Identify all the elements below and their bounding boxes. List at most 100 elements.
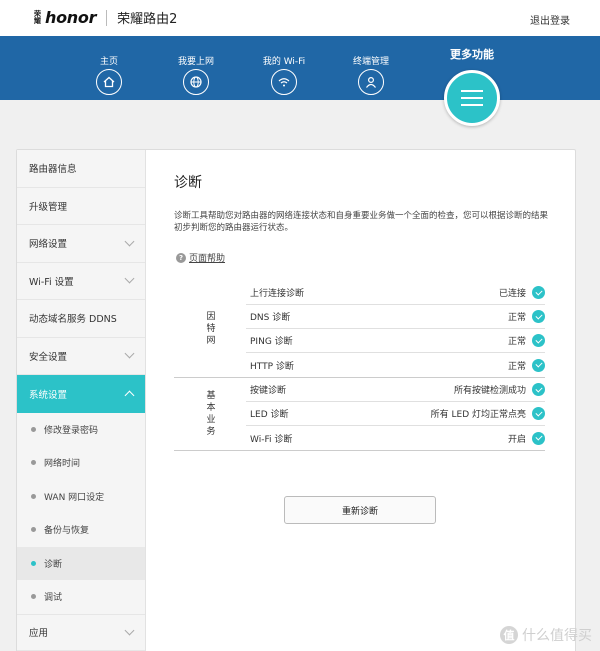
- diagnosis-row: 按键诊断 所有按键检测成功: [246, 378, 545, 402]
- sidebar-item-apps[interactable]: 应用: [17, 613, 145, 651]
- top-bar: 荣耀 honor 荣耀路由2 退出登录: [0, 0, 600, 36]
- row-label: 上行连接诊断: [250, 289, 305, 299]
- nav-item-devices[interactable]: 终端管理: [336, 54, 406, 95]
- sidebar-item-wifi[interactable]: Wi-Fi 设置: [17, 263, 145, 300]
- chevron-down-icon: [124, 625, 135, 636]
- chevron-down-icon: [124, 273, 135, 284]
- content-area: 诊断 诊断工具帮助您对路由器的网络连接状态和自身重要业务做一个全面的检查，您可以…: [147, 150, 575, 651]
- check-icon: [532, 407, 545, 420]
- sidebar-item-label: 升级管理: [29, 201, 68, 213]
- sidebar-subitem-label: 诊断: [44, 559, 63, 570]
- sidebar-subitem-backup[interactable]: 备份与恢复: [17, 513, 145, 547]
- sidebar-subitem-debug[interactable]: 调试: [17, 580, 145, 614]
- row-label: LED 诊断: [250, 410, 289, 420]
- check-icon: [532, 286, 545, 299]
- row-label: DNS 诊断: [250, 313, 291, 323]
- user-icon: [358, 69, 384, 95]
- sidebar-subitem-label: 调试: [44, 593, 63, 604]
- menu-icon[interactable]: [444, 70, 500, 126]
- chevron-up-icon: [124, 390, 135, 401]
- home-icon: [96, 69, 122, 95]
- sidebar-item-label: Wi-Fi 设置: [29, 276, 74, 288]
- logout-link[interactable]: 退出登录: [530, 12, 570, 27]
- sidebar-subitem-diagnose[interactable]: 诊断: [17, 546, 145, 580]
- diagnosis-row: DNS 诊断 正常: [246, 305, 545, 329]
- chevron-down-icon: [124, 236, 135, 247]
- sidebar-item-label: 网络设置: [29, 239, 68, 251]
- nav-item-home[interactable]: 主页: [74, 54, 144, 95]
- bullet-icon: [31, 594, 36, 600]
- diagnosis-table: 因特网 上行连接诊断 已连接 DNS 诊断 正常 PING 诊断 正常 HTTP…: [174, 281, 545, 451]
- row-label: 按键诊断: [250, 386, 287, 396]
- sidebar-subitem-label: 网络时间: [44, 459, 81, 470]
- globe-icon: [183, 69, 209, 95]
- diagnosis-group-basic: 基本业务 按键诊断 所有按键检测成功 LED 诊断 所有 LED 灯均正常点亮 …: [174, 378, 545, 451]
- wifi-icon: [271, 69, 297, 95]
- nav-item-label: 主页: [99, 57, 118, 67]
- nav-item-label: 终端管理: [352, 57, 389, 67]
- sidebar-item-system[interactable]: 系统设置: [17, 375, 145, 413]
- sidebar-item-label: 路由器信息: [29, 164, 77, 176]
- row-label: Wi-Fi 诊断: [250, 434, 293, 445]
- page-description: 诊断工具帮助您对路由器的网络连接状态和自身重要业务做一个全面的检查，您可以根据诊…: [174, 211, 549, 233]
- row-status: 所有按键检测成功: [453, 386, 526, 396]
- sidebar-subitem-label: 修改登录密码: [44, 425, 99, 436]
- sidebar-subitem-wan-port[interactable]: WAN 网口设定: [17, 480, 145, 514]
- nav-item-label: 我要上网: [177, 57, 214, 67]
- bullet-icon: [31, 560, 36, 566]
- row-status: 正常: [507, 361, 526, 372]
- bullet-icon: [31, 493, 36, 499]
- nav-item-wifi[interactable]: 我的 Wi-Fi: [249, 54, 319, 95]
- diagnosis-row: PING 诊断 正常: [246, 329, 545, 353]
- check-icon: [532, 358, 545, 372]
- sidebar-item-label: 安全设置: [29, 351, 68, 363]
- main-panel: 路由器信息 升级管理 网络设置 Wi-Fi 设置 动态域名服务 DDNS 安全设…: [16, 149, 576, 651]
- watermark: 值 什么值得买: [500, 625, 592, 645]
- help-label: 页面帮助: [189, 254, 226, 264]
- check-icon: [532, 334, 545, 347]
- sidebar-item-upgrade[interactable]: 升级管理: [17, 188, 145, 225]
- sidebar-subitem-label: 备份与恢复: [44, 526, 90, 537]
- check-icon: [532, 383, 545, 396]
- sidebar-item-label: 动态域名服务 DDNS: [29, 314, 117, 326]
- question-icon: ?: [176, 252, 186, 263]
- diagnosis-row: HTTP 诊断 正常: [246, 353, 545, 377]
- rediagnose-button[interactable]: 重新诊断: [284, 496, 436, 524]
- group-label: 基本业务: [204, 390, 215, 438]
- main-nav: 主页 我要上网 我的 Wi-Fi 终端管理 更多功能: [0, 36, 600, 100]
- brand-mark: 荣耀: [34, 9, 41, 25]
- sidebar-item-security[interactable]: 安全设置: [17, 338, 145, 375]
- more-functions-label: 更多功能: [450, 48, 494, 61]
- bullet-icon: [31, 460, 36, 466]
- row-label: PING 诊断: [250, 337, 293, 347]
- diagnosis-row: LED 诊断 所有 LED 灯均正常点亮: [246, 402, 545, 426]
- sidebar-subitem-label: WAN 网口设定: [44, 492, 105, 503]
- check-icon: [532, 431, 545, 445]
- watermark-logo: 值: [500, 626, 518, 644]
- sidebar-item-label: 系统设置: [29, 389, 68, 401]
- sidebar: 路由器信息 升级管理 网络设置 Wi-Fi 设置 动态域名服务 DDNS 安全设…: [17, 150, 146, 651]
- row-status: 已连接: [498, 289, 526, 299]
- sidebar-subitem-password[interactable]: 修改登录密码: [17, 413, 145, 447]
- sidebar-item-network[interactable]: 网络设置: [17, 225, 145, 263]
- nav-item-label: 我的 Wi-Fi: [262, 57, 306, 67]
- router-model: 荣耀路由2: [117, 12, 178, 27]
- sidebar-item-ddns[interactable]: 动态域名服务 DDNS: [17, 300, 145, 338]
- group-label: 因特网: [204, 311, 215, 347]
- page-title: 诊断: [174, 175, 202, 191]
- sidebar-item-router-info[interactable]: 路由器信息: [17, 150, 145, 188]
- row-status: 正常: [507, 313, 526, 323]
- diagnosis-row: 上行连接诊断 已连接: [246, 281, 545, 305]
- brand-logo: honor: [45, 8, 97, 27]
- row-status: 正常: [507, 337, 526, 347]
- diagnosis-row: Wi-Fi 诊断 开启: [246, 426, 545, 450]
- sidebar-item-label: 应用: [29, 628, 49, 640]
- row-status: 开启: [507, 434, 526, 445]
- bullet-icon: [31, 426, 36, 432]
- diagnosis-group-internet: 因特网 上行连接诊断 已连接 DNS 诊断 正常 PING 诊断 正常 HTTP…: [174, 281, 545, 378]
- sidebar-subitem-network-time[interactable]: 网络时间: [17, 446, 145, 480]
- watermark-text: 什么值得买: [522, 628, 592, 644]
- page-help-link[interactable]: ? 页面帮助: [176, 251, 225, 264]
- brand-divider: [106, 9, 108, 26]
- nav-item-internet[interactable]: 我要上网: [161, 54, 231, 95]
